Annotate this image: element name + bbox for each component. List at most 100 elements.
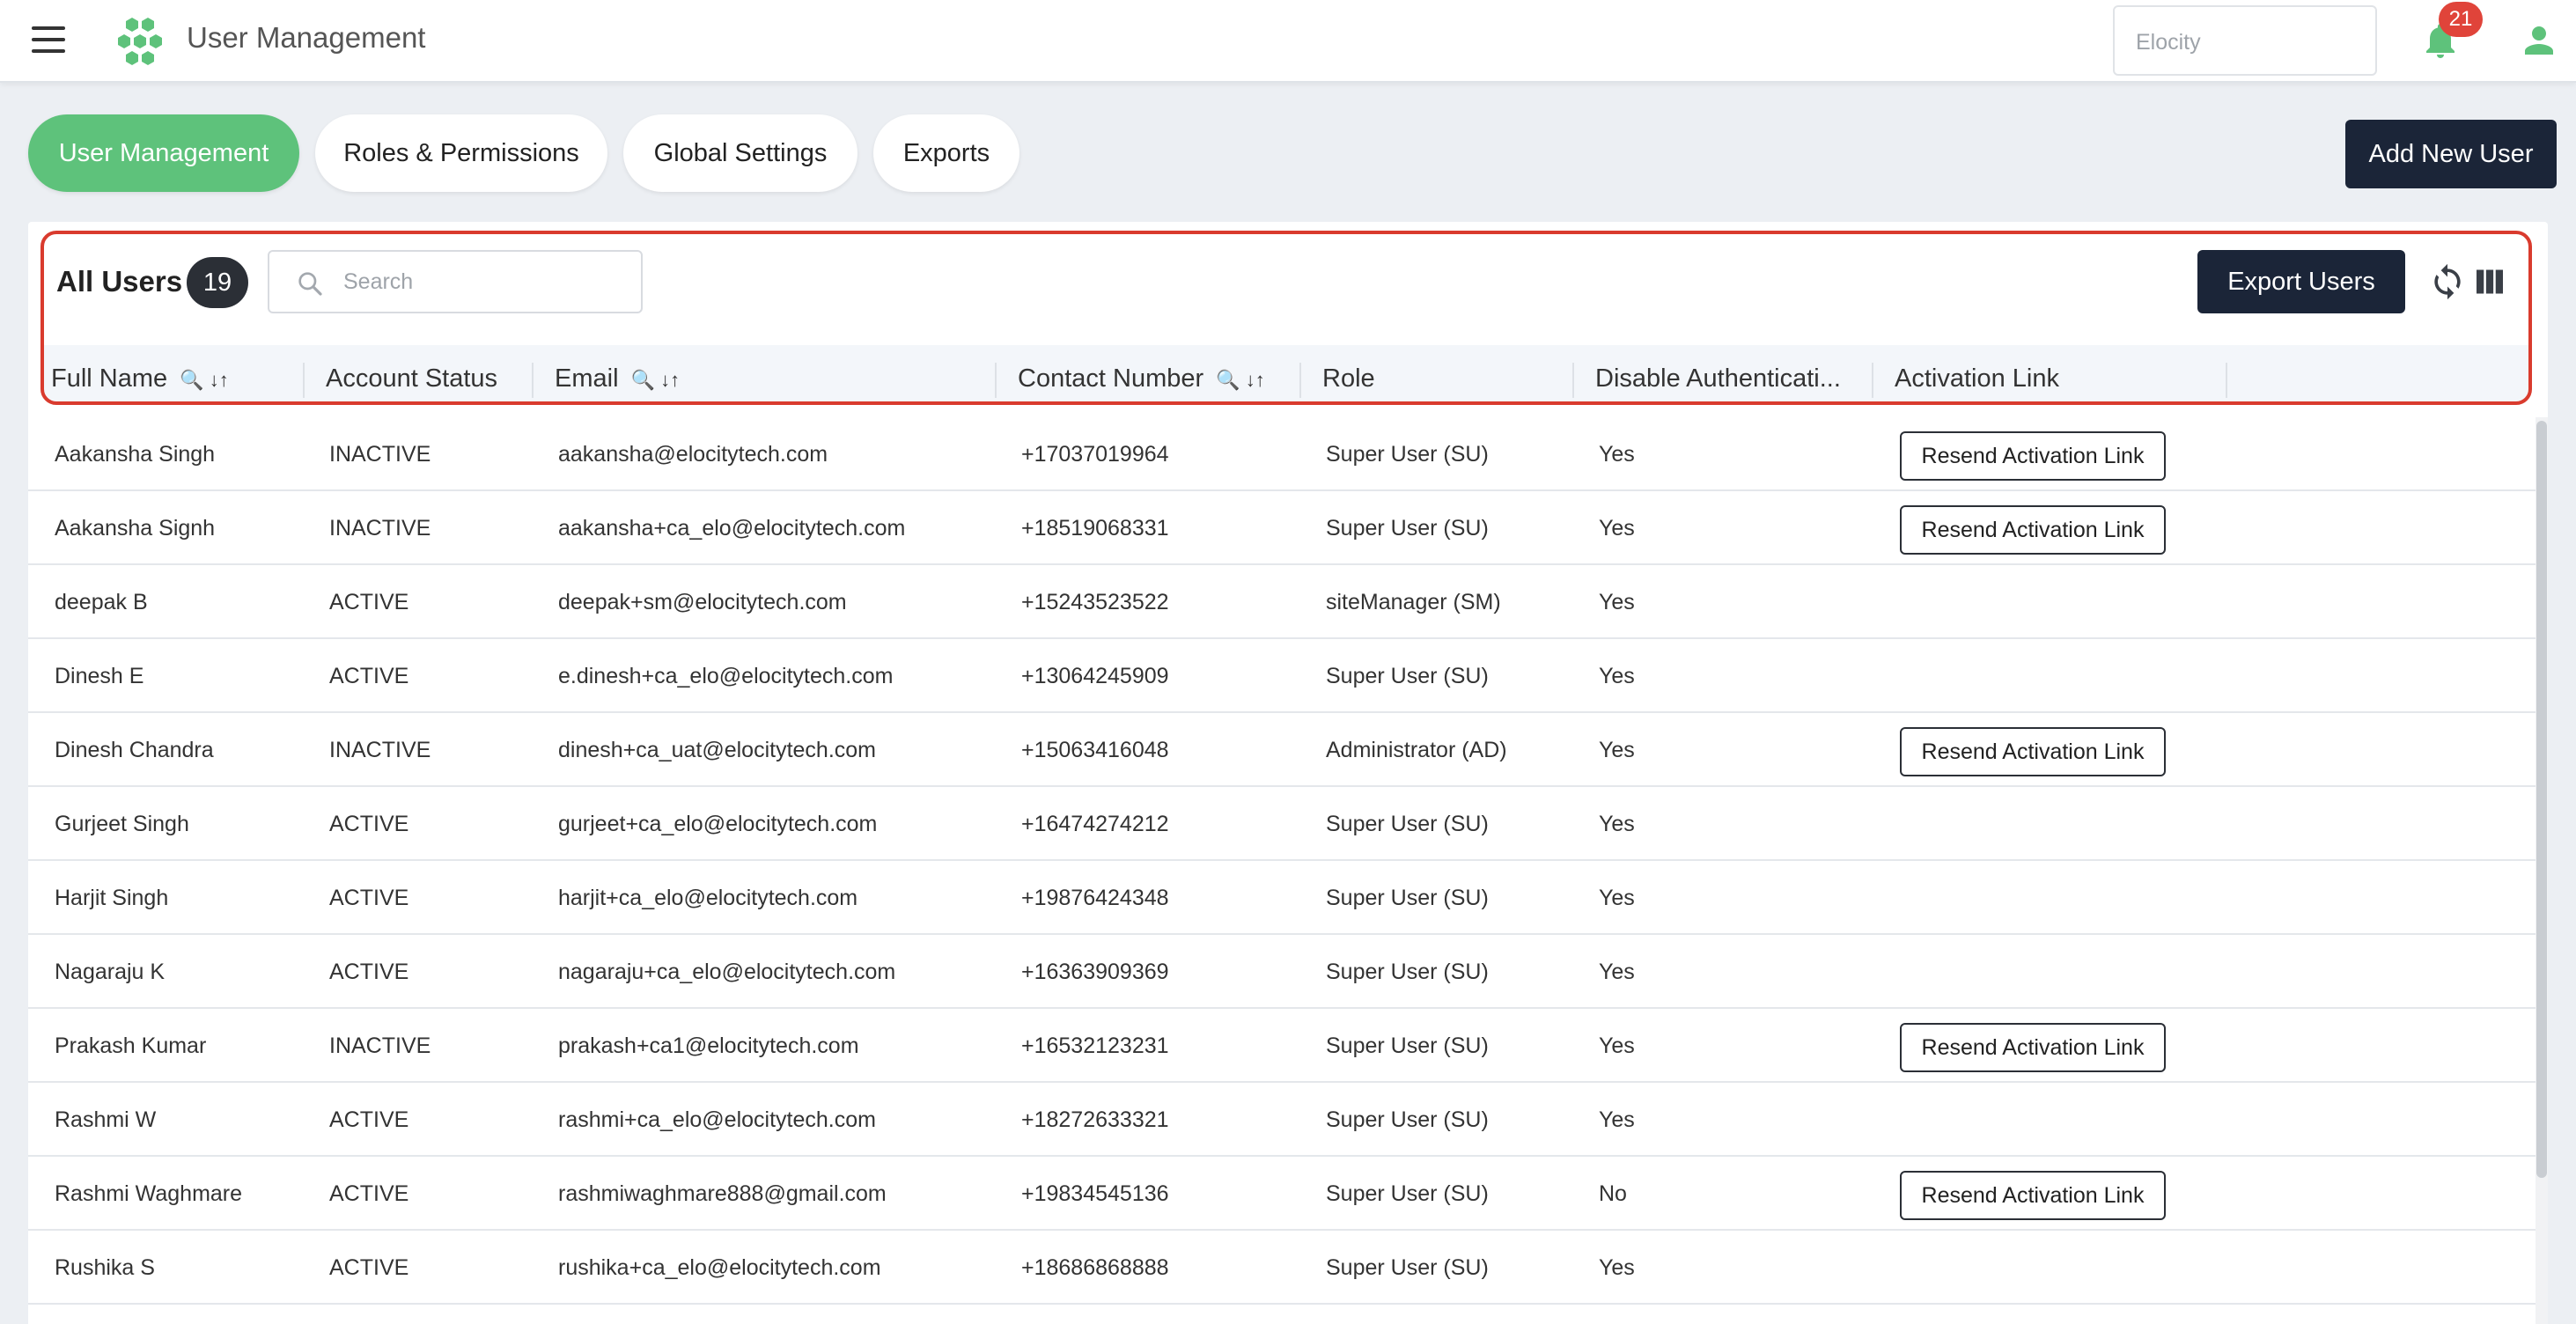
table-row[interactable]: Nagaraju K ACTIVE nagaraju+ca_elo@elocityt… (28, 935, 2536, 1009)
cell-account-status: INACTIVE (329, 442, 431, 467)
resend-activation-link-button[interactable]: Resend Activation Link (1900, 1023, 2166, 1072)
search-sort-icon[interactable]: 🔍 ↓↑ (1216, 369, 1265, 391)
cell-role: Super User (SU) (1326, 812, 1489, 836)
user-profile-icon[interactable] (2518, 19, 2560, 62)
cell-account-status: ACTIVE (329, 960, 409, 984)
add-new-user-button[interactable]: Add New User (2345, 120, 2557, 188)
cell-full-name: Aakansha Signh (55, 516, 216, 541)
search-icon (298, 272, 322, 296)
search-sort-icon[interactable]: 🔍 ↓↑ (180, 369, 229, 391)
tab-roles-permissions[interactable]: Roles & Permissions (315, 114, 607, 192)
cell-account-status: ACTIVE (329, 590, 409, 614)
users-table-body: Aakansha Singh INACTIVE aakansha@elocityte… (28, 417, 2536, 1305)
cell-role: Super User (SU) (1326, 664, 1489, 688)
cell-role: Super User (SU) (1326, 1255, 1489, 1280)
cell-disable-authentication: Yes (1599, 516, 1635, 541)
column-account-status[interactable]: Account Status (326, 345, 497, 401)
hexagon-logo-icon (118, 18, 162, 65)
column-activation-link[interactable]: Activation Link (1895, 345, 2059, 401)
app-title: User Management (187, 21, 426, 54)
table-row[interactable]: Rushika S ACTIVE rushika+ca_elo@elocitytec… (28, 1231, 2536, 1305)
table-row[interactable]: Dinesh Chandra INACTIVE dinesh+ca_uat@eloc… (28, 713, 2536, 787)
resend-activation-link-button[interactable]: Resend Activation Link (1900, 505, 2166, 555)
resend-activation-link-button[interactable]: Resend Activation Link (1900, 727, 2166, 776)
tab-exports[interactable]: Exports (873, 114, 1019, 192)
table-row[interactable]: Prakash Kumar INACTIVE prakash+ca1@elocity… (28, 1009, 2536, 1083)
tab-user-management[interactable]: User Management (28, 114, 299, 192)
cell-full-name: Rashmi Waghmare (55, 1181, 243, 1206)
cell-full-name: Nagaraju K (55, 960, 166, 984)
cell-contact-number: +18272633321 (1021, 1107, 1169, 1132)
cell-role: Super User (SU) (1326, 1107, 1489, 1132)
cell-disable-authentication: Yes (1599, 960, 1635, 984)
resend-activation-link-button[interactable]: Resend Activation Link (1900, 1171, 2166, 1220)
cell-contact-number: +16532123231 (1021, 1033, 1169, 1058)
cell-role: Administrator (AD) (1326, 738, 1507, 762)
resend-activation-link-button[interactable]: Resend Activation Link (1900, 431, 2166, 481)
cell-disable-authentication: Yes (1599, 1033, 1635, 1058)
cell-role: Super User (SU) (1326, 1033, 1489, 1058)
cell-full-name: Dinesh E (55, 664, 144, 688)
cell-role: Super User (SU) (1326, 516, 1489, 541)
scrollbar-thumb[interactable] (2536, 421, 2547, 1178)
cell-contact-number: +15243523522 (1021, 590, 1169, 614)
refresh-icon[interactable] (2428, 262, 2467, 301)
cell-email: e.dinesh+ca_elo@elocitytech.com (558, 664, 894, 688)
column-email[interactable]: Email 🔍 ↓↑ (555, 345, 680, 401)
cell-account-status: INACTIVE (329, 1033, 431, 1058)
notification-badge: 21 (2439, 2, 2483, 37)
column-label: Account Status (326, 364, 498, 393)
export-users-button[interactable]: Export Users (2197, 250, 2405, 313)
cell-disable-authentication: Yes (1599, 886, 1635, 910)
cell-email: dinesh+ca_uat@elocitytech.com (558, 738, 876, 762)
search-input[interactable] (343, 264, 625, 299)
cell-role: Super User (SU) (1326, 886, 1489, 910)
column-label: Role (1322, 364, 1375, 393)
site-selector[interactable]: Elocity (2113, 5, 2377, 76)
cell-role: Super User (SU) (1326, 1181, 1489, 1206)
table-row[interactable]: Gurjeet Singh ACTIVE gurjeet+ca_elo@elocit… (28, 787, 2536, 861)
table-row[interactable]: Harjit Singh ACTIVE harjit+ca_elo@elocityt… (28, 861, 2536, 935)
cell-full-name: Aakansha Singh (55, 442, 216, 467)
cell-disable-authentication: Yes (1599, 738, 1635, 762)
cell-disable-authentication: Yes (1599, 442, 1635, 467)
top-bar: User Management Elocity 21 (0, 0, 2576, 83)
search-field[interactable] (268, 250, 643, 313)
cell-contact-number: +16363909369 (1021, 960, 1169, 984)
cell-full-name: Rashmi W (55, 1107, 157, 1132)
table-row[interactable]: Rashmi W ACTIVE rashmi+ca_elo@elocitytech.… (28, 1083, 2536, 1157)
table-row[interactable]: Rashmi Waghmare ACTIVE rashmiwaghmare888@g… (28, 1157, 2536, 1231)
cell-email: rashmiwaghmare888@gmail.com (558, 1181, 887, 1206)
column-role[interactable]: Role (1322, 345, 1375, 401)
cell-account-status: INACTIVE (329, 516, 431, 541)
column-disable-authentication[interactable]: Disable Authenticati... (1595, 345, 1841, 401)
columns-icon[interactable] (2474, 266, 2506, 298)
table-header: Full Name 🔍 ↓↑ Account Status Email 🔍 ↓↑… (42, 345, 2530, 401)
table-row[interactable]: Dinesh E ACTIVE e.dinesh+ca_elo@elocitytec… (28, 639, 2536, 713)
column-contact-number[interactable]: Contact Number 🔍 ↓↑ (1018, 345, 1265, 401)
table-row[interactable]: Aakansha Signh INACTIVE aakansha+ca_elo@el… (28, 491, 2536, 565)
cell-email: aakansha+ca_elo@elocitytech.com (558, 516, 906, 541)
column-label: Email (555, 364, 619, 393)
tab-global-settings[interactable]: Global Settings (623, 114, 857, 192)
cell-account-status: ACTIVE (329, 1107, 409, 1132)
cell-full-name: deepak B (55, 590, 148, 614)
menu-icon[interactable] (32, 26, 67, 56)
cell-account-status: ACTIVE (329, 1181, 409, 1206)
cell-contact-number: +15063416048 (1021, 738, 1169, 762)
table-row[interactable]: Aakansha Singh INACTIVE aakansha@elocityte… (28, 417, 2536, 491)
cell-contact-number: +17037019964 (1021, 442, 1169, 467)
cell-account-status: ACTIVE (329, 886, 409, 910)
user-count-badge: 19 (187, 257, 248, 308)
cell-contact-number: +19834545136 (1021, 1181, 1169, 1206)
search-sort-icon[interactable]: 🔍 ↓↑ (631, 369, 681, 391)
cell-full-name: Harjit Singh (55, 886, 169, 910)
cell-contact-number: +18519068331 (1021, 516, 1169, 541)
cell-full-name: Prakash Kumar (55, 1033, 207, 1058)
column-label: Contact Number (1018, 364, 1204, 393)
table-row[interactable]: deepak B ACTIVE deepak+sm@elocitytech.com +… (28, 565, 2536, 639)
column-full-name[interactable]: Full Name 🔍 ↓↑ (51, 345, 229, 401)
cell-email: aakansha@elocitytech.com (558, 442, 828, 467)
cell-email: rashmi+ca_elo@elocitytech.com (558, 1107, 876, 1132)
cell-contact-number: +19876424348 (1021, 886, 1169, 910)
